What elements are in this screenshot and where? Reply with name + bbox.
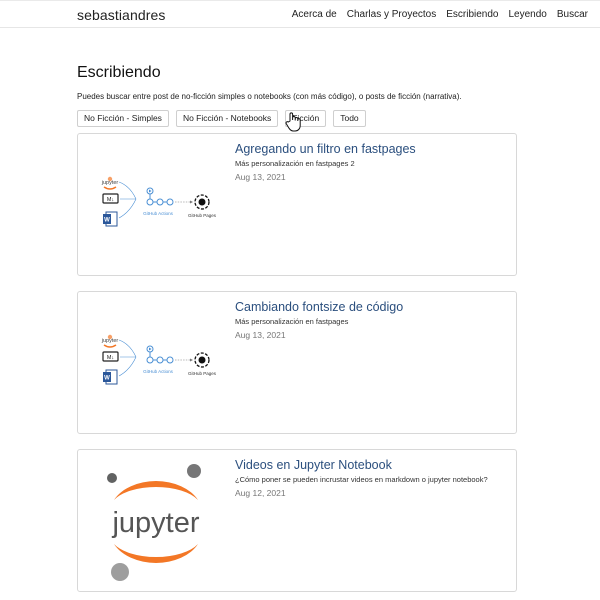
- hand-cursor-icon: [285, 112, 301, 132]
- jupyter-wordmark: jupyter: [111, 507, 199, 539]
- svg-text:W: W: [104, 376, 110, 382]
- filter-nonfiction-simple-button[interactable]: No Ficción - Simples: [77, 110, 169, 127]
- github-pages-label: GitHub Pages: [188, 371, 217, 376]
- markdown-icon: M↓: [102, 351, 119, 362]
- filter-all-button[interactable]: Todo: [333, 110, 366, 127]
- jupyter-label: jupyter: [101, 338, 119, 344]
- post-subtitle: Más personalización en fastpages 2: [235, 159, 355, 168]
- site-brand-link[interactable]: sebastiandres: [77, 7, 165, 23]
- jupyter-small-icon: jupyter: [101, 176, 119, 190]
- post-card[interactable]: jupyter Videos en Jupyter Notebook ¿Cómo…: [77, 449, 517, 592]
- nav-link-charlas[interactable]: Charlas y Proyectos: [347, 9, 436, 20]
- page-title: Escribiendo: [77, 64, 161, 81]
- fastpages-diagram-thumbnail: jupyter M↓ W GitHub Actions GitHub Pages: [101, 334, 217, 385]
- page-intro: Puedes buscar entre post de no-ficción s…: [77, 92, 462, 101]
- jupyter-logo-thumbnail: jupyter: [107, 464, 201, 581]
- post-date: Aug 13, 2021: [235, 172, 286, 182]
- post-subtitle: ¿Cómo poner se pueden incrustar videos e…: [235, 475, 488, 484]
- top-navbar: sebastiandres Acerca de Charlas y Proyec…: [0, 0, 600, 28]
- jupyter-moon-large: [187, 464, 201, 478]
- filter-button-group: No Ficción - Simples No Ficción - Notebo…: [77, 110, 366, 127]
- fastpages-diagram-thumbnail: jupyter M↓ W GitHub Actions GitHub Pages: [101, 176, 217, 227]
- post-date: Aug 13, 2021: [235, 330, 286, 340]
- post-title-link[interactable]: Videos en Jupyter Notebook: [235, 458, 392, 472]
- github-actions-icon: [146, 187, 174, 206]
- jupyter-moon-bottom: [111, 563, 129, 581]
- github-actions-icon: [146, 345, 174, 364]
- github-actions-label: GitHub Actions: [143, 369, 174, 374]
- word-doc-icon: W: [103, 369, 118, 385]
- jupyter-small-icon: jupyter: [101, 334, 119, 348]
- nav-link-escribiendo[interactable]: Escribiendo: [446, 9, 498, 20]
- post-card[interactable]: jupyter M↓ W GitHub Actions GitHub Pages…: [77, 133, 517, 276]
- markdown-icon: M↓: [102, 193, 119, 204]
- github-actions-label: GitHub Actions: [143, 211, 174, 216]
- post-subtitle: Más personalización en fastpages: [235, 317, 349, 326]
- jupyter-top-arc: [114, 481, 198, 500]
- github-pages-label: GitHub Pages: [188, 213, 217, 218]
- post-card[interactable]: jupyter M↓ W GitHub Actions GitHub Pages…: [77, 291, 517, 434]
- svg-text:M↓: M↓: [107, 197, 115, 203]
- word-doc-icon: W: [103, 211, 118, 227]
- github-pages-icon: [194, 352, 210, 368]
- post-date: Aug 12, 2021: [235, 488, 286, 498]
- nav-link-acerca[interactable]: Acerca de: [292, 9, 337, 20]
- svg-text:W: W: [104, 218, 110, 224]
- svg-text:M↓: M↓: [107, 355, 115, 361]
- filter-nonfiction-notebooks-button[interactable]: No Ficción - Notebooks: [175, 110, 279, 127]
- main-nav: Acerca de Charlas y Proyectos Escribiend…: [292, 9, 588, 20]
- github-pages-icon: [194, 194, 210, 210]
- jupyter-moon-small: [107, 473, 117, 483]
- jupyter-bottom-arc: [114, 544, 198, 563]
- nav-link-buscar[interactable]: Buscar: [557, 9, 588, 20]
- post-title-link[interactable]: Agregando un filtro en fastpages: [235, 142, 416, 156]
- post-title-link[interactable]: Cambiando fontsize de código: [235, 300, 403, 314]
- jupyter-label: jupyter: [101, 180, 119, 186]
- nav-link-leyendo[interactable]: Leyendo: [509, 9, 547, 20]
